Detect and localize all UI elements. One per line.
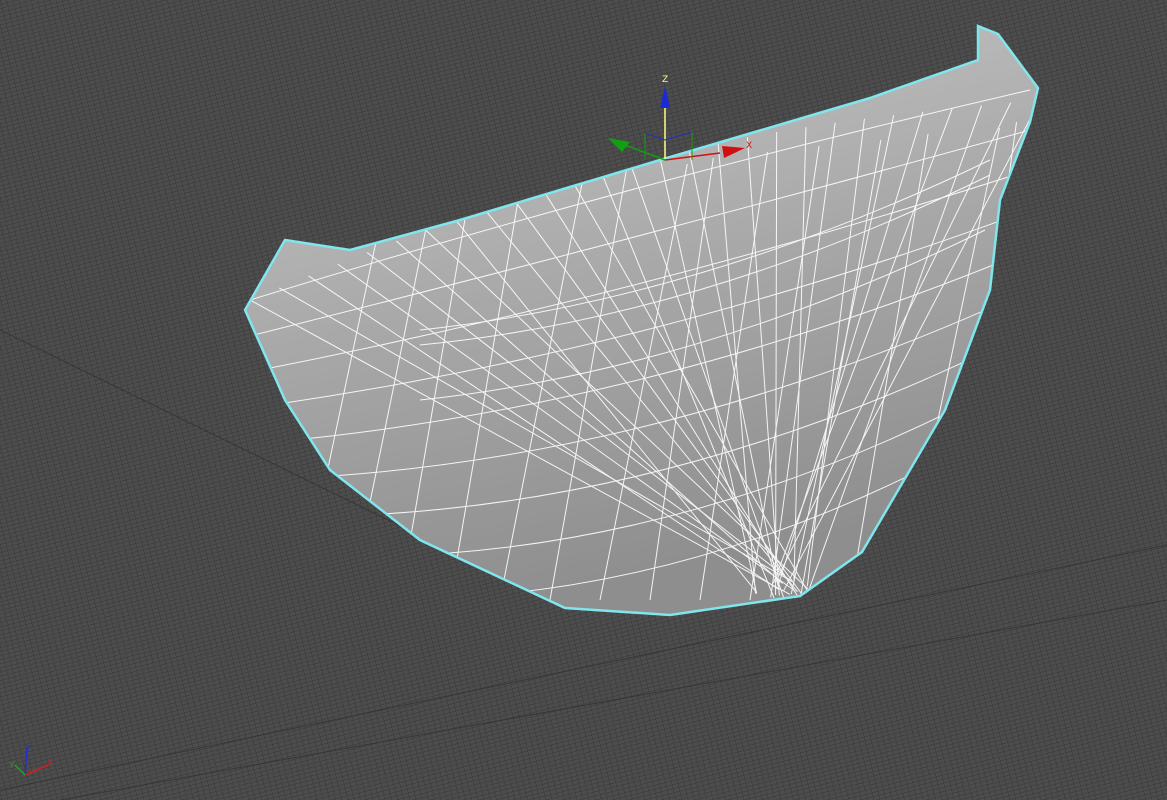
gizmo-x-label: X bbox=[746, 141, 752, 151]
viewport-canvas[interactable]: Z X Z X Y bbox=[0, 0, 1167, 800]
tripod-y-label: Y bbox=[8, 761, 15, 771]
tripod-z-label: Z bbox=[25, 745, 31, 755]
gizmo-z-label: Z bbox=[662, 75, 668, 85]
viewport-perspective[interactable]: Z X Z X Y bbox=[0, 0, 1167, 800]
tripod-x-label: X bbox=[47, 759, 53, 769]
